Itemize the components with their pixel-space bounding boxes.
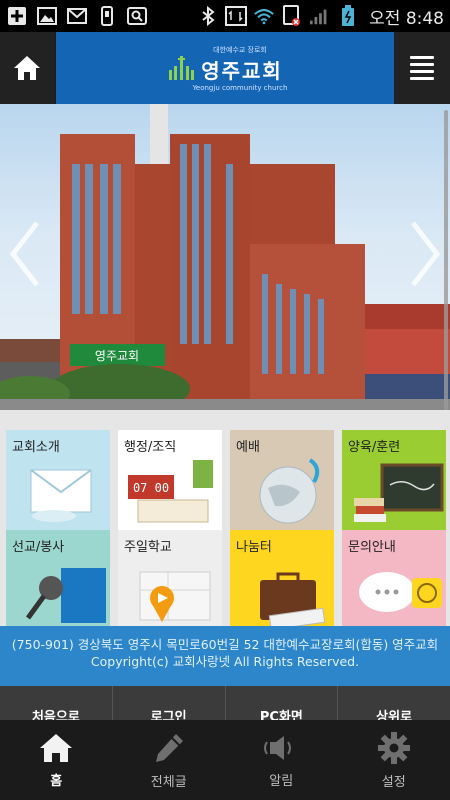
logo-subtitle: 대한예수교 장로회 xyxy=(213,45,267,54)
link-login[interactable]: 로그인 xyxy=(113,686,226,720)
tab-settings[interactable]: 설정 xyxy=(338,720,450,800)
church-photo: 영주교회 xyxy=(0,104,450,410)
tab-notifications[interactable]: 알림 xyxy=(225,720,338,800)
menu-tile-worship[interactable]: 예배 xyxy=(230,430,334,530)
tab-label: 설정 xyxy=(381,774,406,790)
calendar-icon: 07 00 xyxy=(128,460,213,523)
footer-address: (750-901) 경상북도 영주시 목민로60번길 52 대한예수교장로회(합… xyxy=(11,637,439,652)
svg-text:07 00: 07 00 xyxy=(133,481,169,495)
banner-slider[interactable]: 영주교회 xyxy=(0,104,450,410)
letter-icon xyxy=(30,469,92,522)
footer-copyright: Copyright(c) 교회사랑넷 All Rights Reserved. xyxy=(90,654,360,669)
app-header: 대한예수교 장로회 영주교회 Yeongju community church xyxy=(0,32,450,104)
gear-icon xyxy=(377,731,410,764)
status-bar: 오전 8:48 xyxy=(0,0,450,32)
add-icon xyxy=(6,6,28,26)
logo-name: 영주교회 xyxy=(201,58,283,83)
menu-tile-inquiry[interactable]: 문의안내 xyxy=(342,530,446,630)
speaker-icon xyxy=(264,735,292,760)
tab-label: 전체글 xyxy=(150,774,187,790)
logo-english: Yeongju community church xyxy=(192,83,288,92)
menu-tile-sunday-school[interactable]: 주일학교 xyxy=(118,530,222,630)
next-slide-button[interactable] xyxy=(406,214,446,294)
image-icon xyxy=(36,6,58,26)
app-screen: 오전 8:48 대한예수교 장로회 영주교회 Yeongju community… xyxy=(0,0,450,800)
bottom-tab-bar: 홈 전체글 알림 설정 xyxy=(0,720,450,800)
chat-bubble-icon xyxy=(359,572,442,612)
menu-tile-training[interactable]: 양육/훈련 xyxy=(342,430,446,530)
mail-icon xyxy=(66,6,88,26)
link-pc-view[interactable]: PC화면 xyxy=(226,686,339,720)
wifi-icon xyxy=(253,6,275,26)
church-logo-icon xyxy=(169,56,195,80)
prev-slide-button[interactable] xyxy=(4,214,44,294)
menu-tile-mission[interactable]: 선교/봉사 xyxy=(6,530,110,630)
home-button[interactable] xyxy=(0,32,54,104)
logo[interactable]: 대한예수교 장로회 영주교회 Yeongju community church xyxy=(56,32,394,104)
briefcase-icon xyxy=(260,572,326,630)
chevron-left-icon xyxy=(9,221,39,287)
banner-sign-text: 영주교회 xyxy=(95,349,139,363)
chalkboard-icon xyxy=(354,463,444,522)
menu-tile-sharing[interactable]: 나눔터 xyxy=(230,530,334,630)
footer-links: 처음으로 로그인 PC화면 상위로 xyxy=(0,686,450,720)
globe-icon xyxy=(259,458,320,524)
tab-label: 홈 xyxy=(50,773,63,789)
map-pin-icon xyxy=(139,571,211,622)
menu-tile-intro[interactable]: 교회소개 xyxy=(6,430,110,530)
usb-icon xyxy=(96,6,118,26)
menu-tile-admin[interactable]: 행정/조직 07 00 xyxy=(118,430,222,530)
footer-info: (750-901) 경상북도 영주시 목민로60번길 52 대한예수교장로회(합… xyxy=(0,626,450,686)
chevron-right-icon xyxy=(411,221,441,287)
scrollbar[interactable] xyxy=(444,110,448,410)
tab-all-posts[interactable]: 전체글 xyxy=(113,720,226,800)
signal-icon xyxy=(309,6,331,26)
tab-home[interactable]: 홈 xyxy=(0,720,113,800)
battery-icon xyxy=(337,5,359,26)
link-top[interactable]: 상위로 xyxy=(338,686,450,720)
hamburger-icon xyxy=(410,52,434,84)
sim-icon xyxy=(281,5,303,26)
menu-grid: 교회소개 행정/조직 07 00 예배 양육/훈련 선교/봉사 주일학교 나눔터… xyxy=(0,410,450,630)
data-icon xyxy=(225,6,248,26)
microphone-icon xyxy=(25,568,106,623)
search-icon xyxy=(126,6,148,26)
tab-label: 알림 xyxy=(269,773,294,789)
pencil-icon xyxy=(155,733,183,762)
bluetooth-icon xyxy=(197,6,219,26)
menu-button[interactable] xyxy=(394,32,450,104)
clock: 오전 8:48 xyxy=(369,8,444,29)
home-icon xyxy=(40,733,73,762)
link-home[interactable]: 처음으로 xyxy=(0,686,113,720)
home-icon xyxy=(14,56,40,80)
